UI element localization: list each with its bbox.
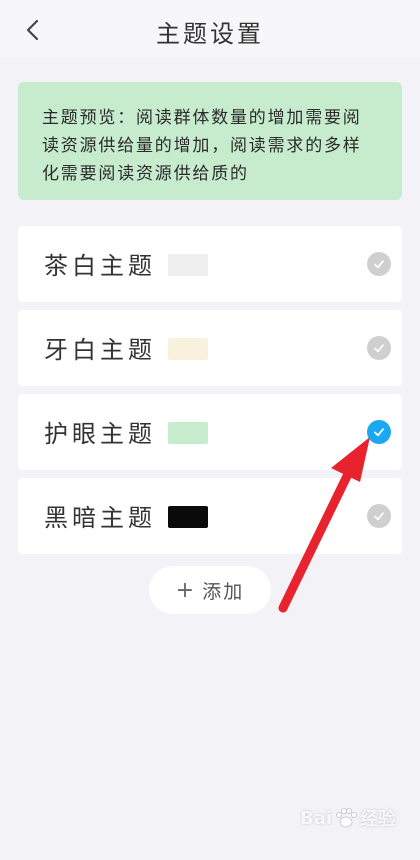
paw-logo-icon — [336, 808, 358, 828]
theme-label: 茶白主题 — [44, 252, 156, 280]
baidu-jingyan-watermark: Bai 经验 — [300, 800, 410, 836]
theme-label: 牙白主题 — [44, 336, 156, 364]
theme-item-dark[interactable]: 黑暗主题 — [18, 478, 402, 554]
theme-item-ivory-white[interactable]: 牙白主题 — [18, 310, 402, 386]
theme-label: 护眼主题 — [44, 420, 156, 448]
theme-color-swatch — [168, 254, 208, 276]
theme-preview-text: 主题预览：阅读群体数量的增加需要阅读资源供给量的增加，阅读需求的多样化需要阅读资… — [42, 108, 362, 184]
theme-color-swatch — [168, 506, 208, 528]
theme-preview-box: 主题预览：阅读群体数量的增加需要阅读资源供给量的增加，阅读需求的多样化需要阅读资… — [18, 82, 402, 200]
theme-color-swatch — [168, 338, 208, 360]
add-theme-button[interactable]: + 添加 — [149, 566, 271, 614]
watermark-text-jingyan: 经验 — [360, 809, 397, 830]
theme-item-eye-care[interactable]: 护眼主题 — [18, 394, 402, 470]
plus-icon: + — [175, 577, 197, 603]
header-bar: 主题设置 — [0, 0, 420, 58]
theme-color-swatch — [168, 422, 208, 444]
unselected-check-icon[interactable] — [367, 336, 391, 360]
theme-item-tea-white[interactable]: 茶白主题 — [18, 226, 402, 302]
unselected-check-icon[interactable] — [367, 504, 391, 528]
selected-check-icon[interactable] — [367, 420, 391, 444]
unselected-check-icon[interactable] — [367, 252, 391, 276]
theme-list: 茶白主题 牙白主题 护眼主题 黑暗主题 — [18, 226, 402, 562]
watermark-text-bai: Bai — [300, 807, 333, 829]
add-button-label: 添加 — [202, 580, 245, 603]
theme-label: 黑暗主题 — [44, 504, 156, 532]
page-title: 主题设置 — [156, 20, 264, 48]
